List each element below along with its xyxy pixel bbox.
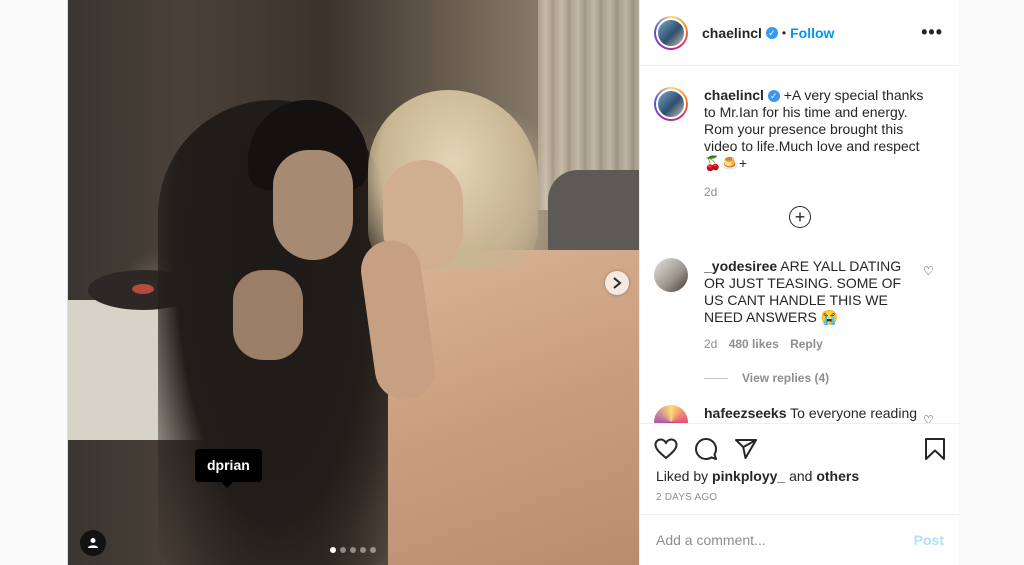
caption-time: 2d bbox=[704, 185, 718, 199]
comment-meta: 2d 480 likes Reply bbox=[704, 336, 924, 353]
liked-by-others[interactable]: others bbox=[816, 468, 859, 484]
photo-person-right bbox=[388, 250, 639, 565]
comment-reply-button[interactable]: Reply bbox=[790, 337, 823, 351]
verified-badge-icon: ✓ bbox=[765, 26, 778, 39]
liked-by-user[interactable]: pinkployy_ bbox=[712, 468, 785, 484]
tagged-users-button[interactable] bbox=[80, 530, 106, 556]
photo-face-left bbox=[273, 150, 353, 260]
author-username[interactable]: chaelincl bbox=[702, 25, 762, 41]
add-comment-bar: Post bbox=[640, 514, 960, 565]
view-replies-button[interactable]: View replies (4) bbox=[704, 371, 829, 385]
load-more-comments-button[interactable]: + bbox=[789, 206, 811, 228]
carousel-dot bbox=[370, 547, 376, 553]
header-separator: • bbox=[781, 25, 787, 40]
view-replies-label: View replies (4) bbox=[742, 371, 830, 385]
comment-input[interactable] bbox=[656, 532, 914, 548]
carousel-next-button[interactable] bbox=[605, 271, 629, 295]
comment-time: 2d bbox=[704, 337, 718, 351]
liked-by-line: Liked by pinkployy_ and others bbox=[640, 468, 960, 484]
caption-row: chaelincl ✓ +A very special thanks to Mr… bbox=[654, 87, 924, 201]
caption-username[interactable]: chaelincl bbox=[704, 87, 764, 103]
post-header: chaelincl ✓ • Follow ••• bbox=[640, 0, 959, 66]
share-icon[interactable] bbox=[734, 437, 758, 461]
verified-badge-icon: ✓ bbox=[767, 90, 780, 103]
replies-divider bbox=[704, 377, 728, 379]
photo-hand-left bbox=[233, 270, 303, 360]
author-avatar[interactable] bbox=[654, 15, 688, 50]
caption-avatar[interactable] bbox=[654, 87, 688, 121]
liked-by-and: and bbox=[789, 468, 813, 484]
plus-circle-icon: + bbox=[794, 207, 806, 227]
user-tag-label[interactable]: dprian bbox=[195, 449, 262, 488]
liked-by-prefix: Liked by bbox=[656, 468, 709, 484]
more-options-button[interactable]: ••• bbox=[921, 22, 943, 43]
post-timestamp: 2 DAYS AGO bbox=[656, 492, 718, 503]
heart-icon[interactable] bbox=[654, 438, 678, 460]
post-media-image[interactable]: dprian bbox=[68, 0, 639, 565]
carousel-indicator bbox=[330, 547, 376, 553]
carousel-dot bbox=[360, 547, 366, 553]
post-side-panel: chaelincl ✓ • Follow ••• chaelincl ✓ +A … bbox=[639, 0, 960, 565]
comment-username[interactable]: _yodesiree bbox=[704, 258, 777, 274]
post-container: dprian chaelincl ✓ • Follow ••• chaelinc… bbox=[67, 0, 960, 565]
comment-likes[interactable]: 480 likes bbox=[729, 337, 779, 351]
comment-row: _yodesiree ARE YALL DATING OR JUST TEASI… bbox=[654, 258, 924, 353]
carousel-dot bbox=[340, 547, 346, 553]
comment-avatar[interactable] bbox=[654, 405, 688, 423]
comments-section[interactable]: chaelincl ✓ +A very special thanks to Mr… bbox=[640, 67, 960, 423]
comment-username[interactable]: hafeezseeks bbox=[704, 405, 787, 421]
follow-button[interactable]: Follow bbox=[790, 25, 834, 41]
post-actions: Liked by pinkployy_ and others 2 DAYS AG… bbox=[640, 423, 960, 503]
user-icon bbox=[88, 538, 98, 548]
comment-row: hafeezseeks To everyone reading bbox=[654, 405, 924, 423]
carousel-dot bbox=[350, 547, 356, 553]
chevron-right-icon bbox=[613, 277, 622, 289]
bookmark-icon[interactable] bbox=[924, 437, 946, 461]
action-icons-bar bbox=[640, 424, 960, 474]
carousel-dot bbox=[330, 547, 336, 553]
comment-like-heart-icon[interactable]: ♡ bbox=[923, 264, 934, 278]
comment-icon[interactable] bbox=[694, 437, 718, 461]
comment-text: To everyone reading bbox=[790, 405, 918, 421]
post-comment-button[interactable]: Post bbox=[914, 532, 944, 548]
comment-avatar[interactable] bbox=[654, 258, 688, 292]
comment-like-heart-icon[interactable]: ♡ bbox=[923, 413, 934, 423]
